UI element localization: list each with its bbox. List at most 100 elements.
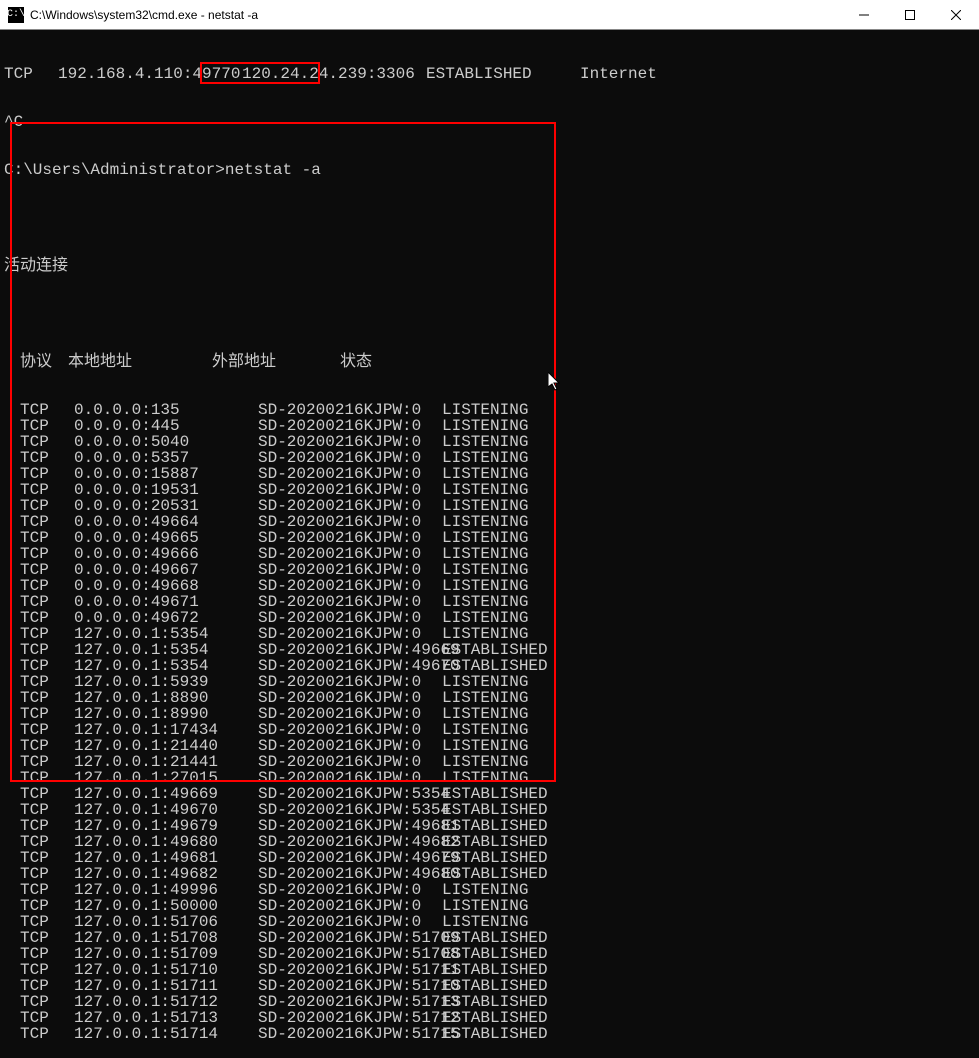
table-row: TCP0.0.0.0:49671SD-20200216KJPW:0LISTENI… [4,594,979,610]
foreign-cell: SD-20200216KJPW:0 [258,466,442,482]
state-cell: LISTENING [442,754,528,770]
state-cell: ESTABLISHED [442,946,548,962]
foreign-cell: SD-20200216KJPW:0 [258,706,442,722]
local-cell: 127.0.0.1:51712 [74,994,258,1010]
proto-cell: TCP [20,418,74,434]
table-row: TCP127.0.0.1:49681SD-20200216KJPW:49679E… [4,850,979,866]
local-cell: 0.0.0.0:49668 [74,578,258,594]
table-row: TCP127.0.0.1:51708SD-20200216KJPW:51709E… [4,930,979,946]
table-row: TCP127.0.0.1:17434SD-20200216KJPW:0LISTE… [4,722,979,738]
proto-cell: TCP [20,530,74,546]
state-cell: ESTABLISHED [442,802,548,818]
prompt-line: C:\Users\Administrator>netstat -a [4,162,979,178]
foreign-cell: SD-20200216KJPW:0 [258,418,442,434]
state-cell: ESTABLISHED [442,930,548,946]
local-cell: 0.0.0.0:5040 [74,434,258,450]
proto-cell: TCP [20,450,74,466]
foreign-cell: SD-20200216KJPW:0 [258,482,442,498]
minimize-button[interactable] [841,0,887,30]
local-cell: 0.0.0.0:49671 [74,594,258,610]
proto-cell: TCP [20,1026,74,1042]
proto-cell: TCP [20,786,74,802]
state-cell: LISTENING [442,626,528,642]
window-title: C:\Windows\system32\cmd.exe - netstat -a [30,8,841,22]
state-cell: LISTENING [442,482,528,498]
local-cell: 0.0.0.0:49665 [74,530,258,546]
table-row: TCP127.0.0.1:8990SD-20200216KJPW:0LISTEN… [4,706,979,722]
table-row: TCP127.0.0.1:49670SD-20200216KJPW:5354ES… [4,802,979,818]
foreign-cell: SD-20200216KJPW:0 [258,498,442,514]
table-row: TCP0.0.0.0:49664SD-20200216KJPW:0LISTENI… [4,514,979,530]
local-cell: 127.0.0.1:17434 [74,722,258,738]
table-row: TCP127.0.0.1:8890SD-20200216KJPW:0LISTEN… [4,690,979,706]
state-cell: LISTENING [442,722,528,738]
state-cell: LISTENING [442,674,528,690]
table-row: TCP0.0.0.0:135SD-20200216KJPW:0LISTENING [4,402,979,418]
foreign-cell: SD-20200216KJPW:51709 [258,930,442,946]
table-row: TCP0.0.0.0:20531SD-20200216KJPW:0LISTENI… [4,498,979,514]
local-cell: 127.0.0.1:5354 [74,626,258,642]
table-row: TCP127.0.0.1:51714SD-20200216KJPW:51715E… [4,1026,979,1042]
foreign-cell: SD-20200216KJPW:51712 [258,1010,442,1026]
foreign-cell: SD-20200216KJPW:51713 [258,994,442,1010]
state-cell: ESTABLISHED [442,642,548,658]
state-cell: ESTABLISHED [442,866,548,882]
proto-cell: TCP [20,802,74,818]
table-row: TCP127.0.0.1:49996SD-20200216KJPW:0LISTE… [4,882,979,898]
table-row: TCP0.0.0.0:49665SD-20200216KJPW:0LISTENI… [4,530,979,546]
state-cell: ESTABLISHED [442,658,548,674]
foreign-cell: SD-20200216KJPW:0 [258,754,442,770]
cmd-icon: C:\ [8,7,24,23]
proto-cell: TCP [20,946,74,962]
foreign-cell: SD-20200216KJPW:5354 [258,786,442,802]
local-cell: 127.0.0.1:49670 [74,802,258,818]
proto-cell: TCP [20,706,74,722]
proto-cell: TCP [20,882,74,898]
state-cell: LISTENING [442,530,528,546]
state-cell: LISTENING [442,402,528,418]
proto-cell: TCP [20,674,74,690]
state-cell: ESTABLISHED [442,994,548,1010]
local-cell: 0.0.0.0:49672 [74,610,258,626]
terminal-output[interactable]: TCP 192.168.4.110:49770 120.24.24.239:33… [0,30,979,1058]
state-cell: LISTENING [442,738,528,754]
state-cell: LISTENING [442,882,528,898]
state-cell: ESTABLISHED [442,1010,548,1026]
local-cell: 127.0.0.1:51706 [74,914,258,930]
section-title: 活动连接 [4,258,979,274]
state-cell: LISTENING [442,466,528,482]
window-buttons [841,0,979,30]
state-cell: LISTENING [442,898,528,914]
maximize-button[interactable] [887,0,933,30]
state-cell: ESTABLISHED [442,818,548,834]
state-cell: LISTENING [442,498,528,514]
table-row: TCP127.0.0.1:51713SD-20200216KJPW:51712E… [4,1010,979,1026]
table-row: TCP127.0.0.1:5354SD-20200216KJPW:49669ES… [4,642,979,658]
proto-cell: TCP [20,610,74,626]
foreign-cell: SD-20200216KJPW:0 [258,514,442,530]
state-cell: LISTENING [442,610,528,626]
proto-cell: TCP [20,514,74,530]
state-cell: LISTENING [442,562,528,578]
state-cell: LISTENING [442,514,528,530]
header-state: 状态 [340,354,372,370]
local-cell: 0.0.0.0:19531 [74,482,258,498]
proto-cell: TCP [20,738,74,754]
foreign-cell: 120.24.24.239:3306 [242,66,426,82]
proto-cell: TCP [4,66,58,82]
local-cell: 0.0.0.0:5357 [74,450,258,466]
foreign-cell: SD-20200216KJPW:0 [258,898,442,914]
local-cell: 127.0.0.1:21440 [74,738,258,754]
state-cell: LISTENING [442,418,528,434]
proto-cell: TCP [20,594,74,610]
proto-cell: TCP [20,658,74,674]
state-cell: LISTENING [442,690,528,706]
local-cell: 127.0.0.1:8990 [74,706,258,722]
foreign-cell: SD-20200216KJPW:0 [258,738,442,754]
foreign-cell: SD-20200216KJPW:0 [258,450,442,466]
local-cell: 127.0.0.1:8890 [74,690,258,706]
table-row: TCP127.0.0.1:21440SD-20200216KJPW:0LISTE… [4,738,979,754]
window-titlebar: C:\ C:\Windows\system32\cmd.exe - netsta… [0,0,979,30]
close-button[interactable] [933,0,979,30]
prev-connection-row: TCP 192.168.4.110:49770 120.24.24.239:33… [4,66,979,82]
